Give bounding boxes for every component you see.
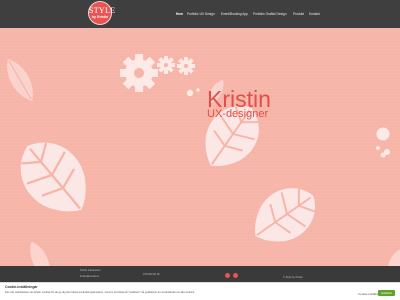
nav-item-event-booking[interactable]: Event/Booking App [221,11,248,17]
leaf-icon-bottom-left [30,241,50,266]
cookie-title: Cookie-inställningar [5,285,38,289]
cookie-banner: Cookie-inställningar Den här webbplatsen… [0,282,400,300]
footer-phone: 070-000 00 00 [143,273,160,276]
site-logo[interactable]: STYLE by Kristin [88,1,116,25]
leaf-icon-bottom-right-small [387,248,400,266]
footer-name: Kristin Johansson [80,269,101,272]
footer-copyright: © Style by Kristin [283,276,303,279]
leaf-icon-left [4,126,105,230]
nav-item-portfolio-ux[interactable]: Portfolio UX Design [187,11,215,17]
site-header: STYLE by Kristin Hem Portfolio UX Design… [0,0,400,28]
accept-button[interactable]: Godkänn [378,290,395,296]
leaf-icon-top-left [7,59,33,101]
hero-section: Kristin UX-designer [0,28,400,266]
logo-subtext: by Kristin [91,15,109,19]
site-footer: Kristin Johansson kristin@email.se 070-0… [0,266,400,282]
linkedin-icon[interactable] [233,273,238,278]
nav-item-hem[interactable]: Hem [176,11,183,17]
instagram-icon[interactable] [225,273,230,278]
cookie-text: Den här webbplatsen använder cookies för… [5,291,195,294]
hero-subtitle: UX-designer [207,108,269,120]
leaf-icon-bottom-right [240,174,329,258]
footer-email[interactable]: kristin@email.se [80,275,99,278]
gear-icon-large [120,54,158,92]
nav-item-produkt[interactable]: Produkt [293,11,304,17]
gear-icon-small-1 [157,56,175,74]
hero-illustration [4,54,400,266]
gear-icon-small-2 [177,57,195,75]
nav-item-portfolio-grafisk[interactable]: Portfolio Grafisk Design [253,11,286,17]
nav-item-kontakt[interactable]: Kontakt [309,11,320,17]
logo-text: STYLE [89,6,116,15]
